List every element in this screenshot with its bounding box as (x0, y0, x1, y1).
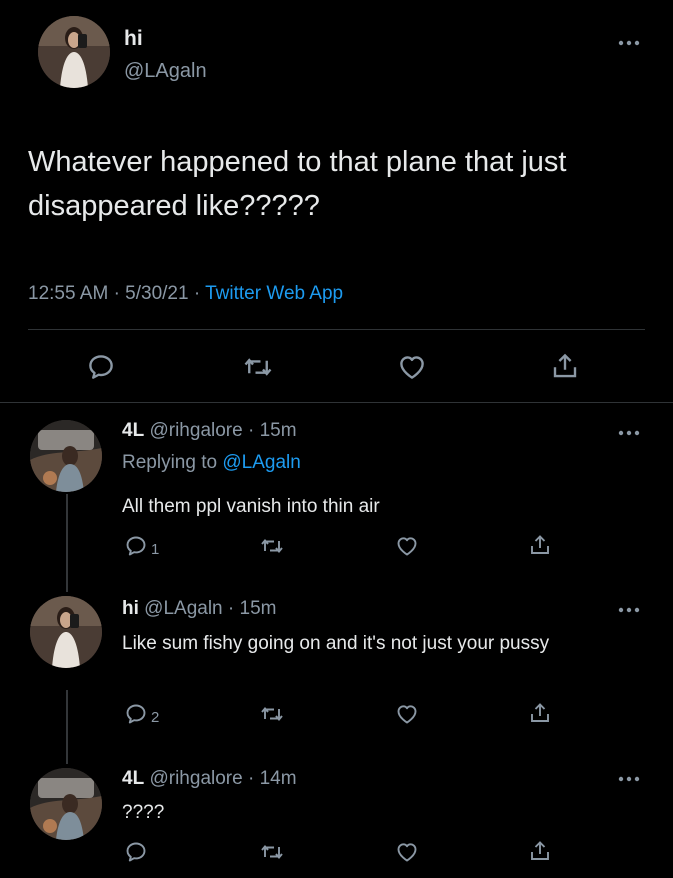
divider (28, 329, 645, 330)
avatar-image (30, 420, 102, 492)
reply-button[interactable] (124, 840, 151, 864)
reply-time[interactable]: 14m (260, 768, 297, 789)
meta-separator: · (247, 768, 255, 789)
reply-author-handle[interactable]: @rihgalore (149, 420, 242, 441)
reply-header: 4L @rihgalore · 15m (122, 420, 297, 442)
reply-count: 1 (151, 540, 160, 558)
meta-separator: · (113, 283, 120, 304)
replying-to: Replying to @LAgaln (122, 452, 301, 474)
retweet-button[interactable] (260, 702, 284, 726)
share-icon (528, 839, 552, 863)
reply-header: hi @LAgaln · 15m (122, 598, 276, 620)
share-button[interactable] (528, 701, 552, 725)
like-icon (395, 840, 419, 864)
reply-author-name[interactable]: 4L (122, 420, 144, 441)
more-icon[interactable] (618, 607, 640, 617)
meta-separator: · (227, 598, 235, 619)
reply-icon (124, 840, 148, 864)
reply-text: All them ppl vanish into thin air (122, 496, 380, 517)
tweet-text: Whatever happened to that plane that jus… (28, 146, 567, 222)
retweet-icon (243, 352, 273, 382)
author-handle[interactable]: @LAgaln (124, 60, 207, 83)
retweet-button[interactable] (243, 352, 273, 382)
tweet-date[interactable]: 5/30/21 (125, 283, 188, 304)
reply-count: 2 (151, 708, 160, 726)
reply-time[interactable]: 15m (260, 420, 297, 441)
more-icon[interactable] (618, 40, 640, 50)
like-icon (395, 702, 419, 726)
reply-icon (86, 352, 116, 382)
reply-button[interactable] (86, 352, 116, 382)
avatar-image (38, 16, 110, 88)
like-icon (395, 534, 419, 558)
avatar-image (30, 596, 102, 668)
replying-to-label: Replying to (122, 452, 218, 473)
reply-button[interactable]: 1 (124, 534, 159, 558)
share-icon (528, 701, 552, 725)
reply-author-name[interactable]: hi (122, 598, 139, 619)
retweet-icon (260, 534, 284, 558)
main-tweet: hi @LAgaln Whatever happened to that pla… (0, 0, 673, 402)
reply-text: ???? (122, 802, 165, 823)
avatar[interactable] (38, 16, 110, 88)
reply-author-handle[interactable]: @rihgalore (149, 768, 242, 789)
reply-tweet: 4L @rihgalore · 15m Replying to @LAgaln … (0, 402, 673, 582)
tweet-time[interactable]: 12:55 AM (28, 283, 108, 304)
like-button[interactable] (395, 534, 419, 558)
reply-icon (124, 702, 148, 726)
meta-separator: · (193, 283, 201, 304)
share-icon (550, 351, 580, 381)
reply-time[interactable]: 15m (240, 598, 277, 619)
reply-button[interactable]: 2 (124, 702, 159, 726)
avatar-image (30, 768, 102, 840)
reply-text: Like sum fishy going on and it's not jus… (122, 633, 550, 654)
like-icon (397, 352, 427, 382)
more-icon[interactable] (618, 776, 640, 786)
like-button[interactable] (395, 702, 419, 726)
tweet-source-link[interactable]: Twitter Web App (205, 283, 343, 304)
reply-header: 4L @rihgalore · 14m (122, 768, 297, 790)
reply-tweet: 4L @rihgalore · 14m ???? (0, 758, 673, 878)
reply-author-handle[interactable]: @LAgaln (144, 598, 222, 619)
share-button[interactable] (528, 839, 552, 863)
retweet-icon (260, 702, 284, 726)
retweet-button[interactable] (260, 840, 284, 864)
author-display-name[interactable]: hi (124, 27, 143, 51)
like-button[interactable] (395, 840, 419, 864)
reply-icon (124, 534, 148, 558)
retweet-button[interactable] (260, 534, 284, 558)
reply-tweet: hi @LAgaln · 15m Like sum fishy going on… (0, 582, 673, 760)
reply-author-name[interactable]: 4L (122, 768, 144, 789)
tweet-meta: 12:55 AM · 5/30/21 · Twitter Web App (28, 283, 343, 305)
avatar[interactable] (30, 420, 102, 492)
meta-separator: · (247, 420, 255, 441)
more-icon[interactable] (618, 430, 640, 440)
share-button[interactable] (550, 351, 580, 381)
retweet-icon (260, 840, 284, 864)
mention-link[interactable]: @LAgaln (222, 452, 300, 473)
avatar[interactable] (30, 768, 102, 840)
share-button[interactable] (528, 533, 552, 557)
avatar[interactable] (30, 596, 102, 668)
share-icon (528, 533, 552, 557)
like-button[interactable] (397, 352, 427, 382)
